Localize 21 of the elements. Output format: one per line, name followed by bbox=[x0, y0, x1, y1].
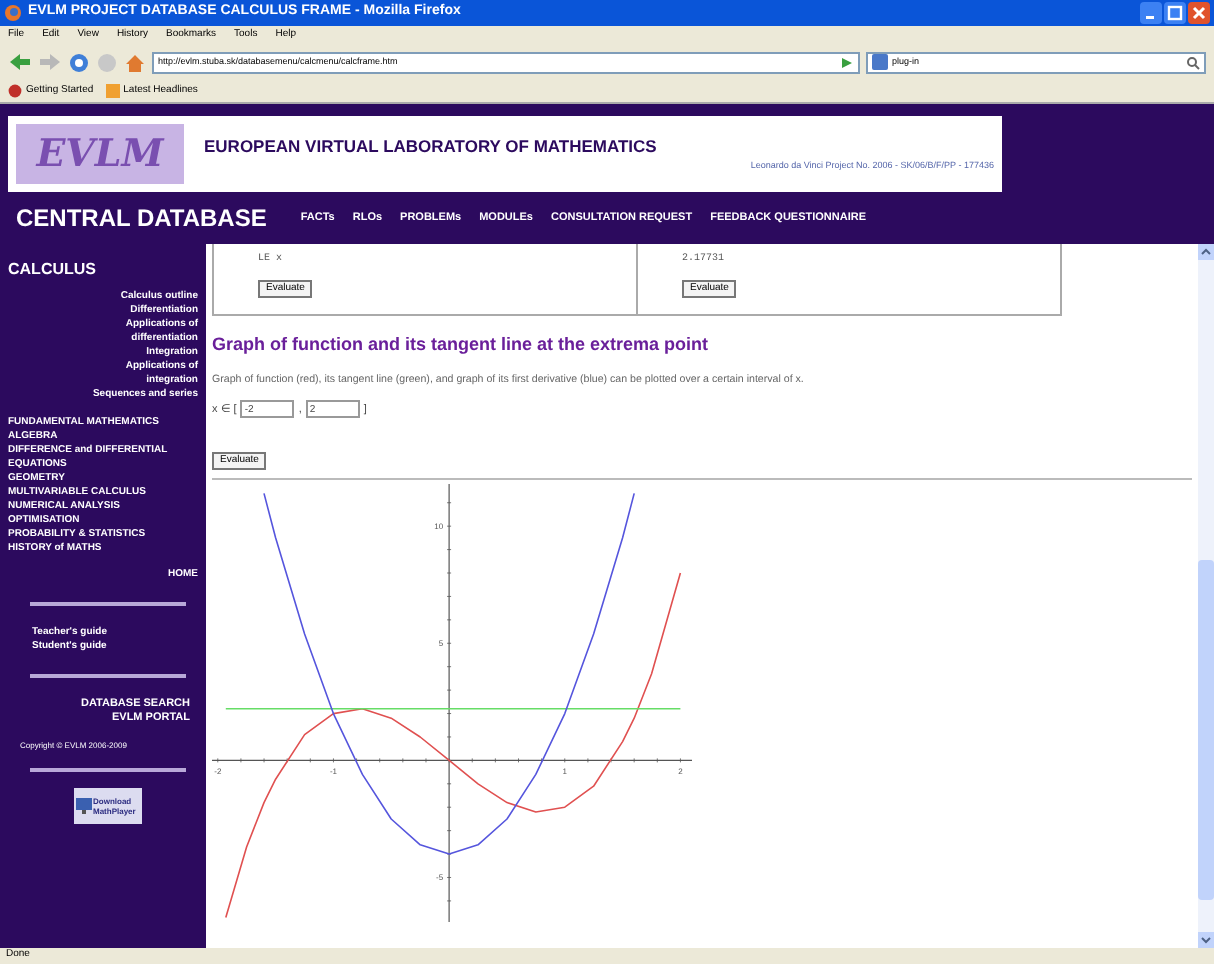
feed-icon bbox=[105, 84, 120, 98]
home-button[interactable] bbox=[124, 51, 146, 73]
back-button[interactable] bbox=[8, 52, 32, 72]
minimize-button[interactable] bbox=[1140, 2, 1162, 24]
scrollbar[interactable] bbox=[1198, 244, 1214, 948]
go-icon bbox=[840, 55, 854, 69]
scroll-thumb[interactable] bbox=[1198, 560, 1214, 900]
site-heading: CENTRAL DATABASE bbox=[16, 202, 267, 236]
search-engine-icon bbox=[872, 54, 888, 70]
sidebar-heading: CALCULUS bbox=[8, 260, 98, 278]
reload-button[interactable] bbox=[68, 51, 90, 73]
maximize-button[interactable] bbox=[1164, 2, 1186, 24]
site-title: EUROPEAN VIRTUAL LABORATORY OF MATHEMATICS bbox=[204, 134, 659, 160]
scroll-up-button[interactable] bbox=[1198, 244, 1214, 260]
logo: EVLM bbox=[16, 124, 184, 184]
bookmark-icon bbox=[8, 84, 22, 98]
section-title: Graph of function and its tangent line at the extrema point bbox=[212, 332, 711, 358]
scroll-down-button[interactable] bbox=[1198, 932, 1214, 948]
close-button[interactable] bbox=[1188, 2, 1210, 24]
monitor-icon bbox=[75, 798, 91, 814]
search-icon bbox=[1186, 55, 1200, 69]
